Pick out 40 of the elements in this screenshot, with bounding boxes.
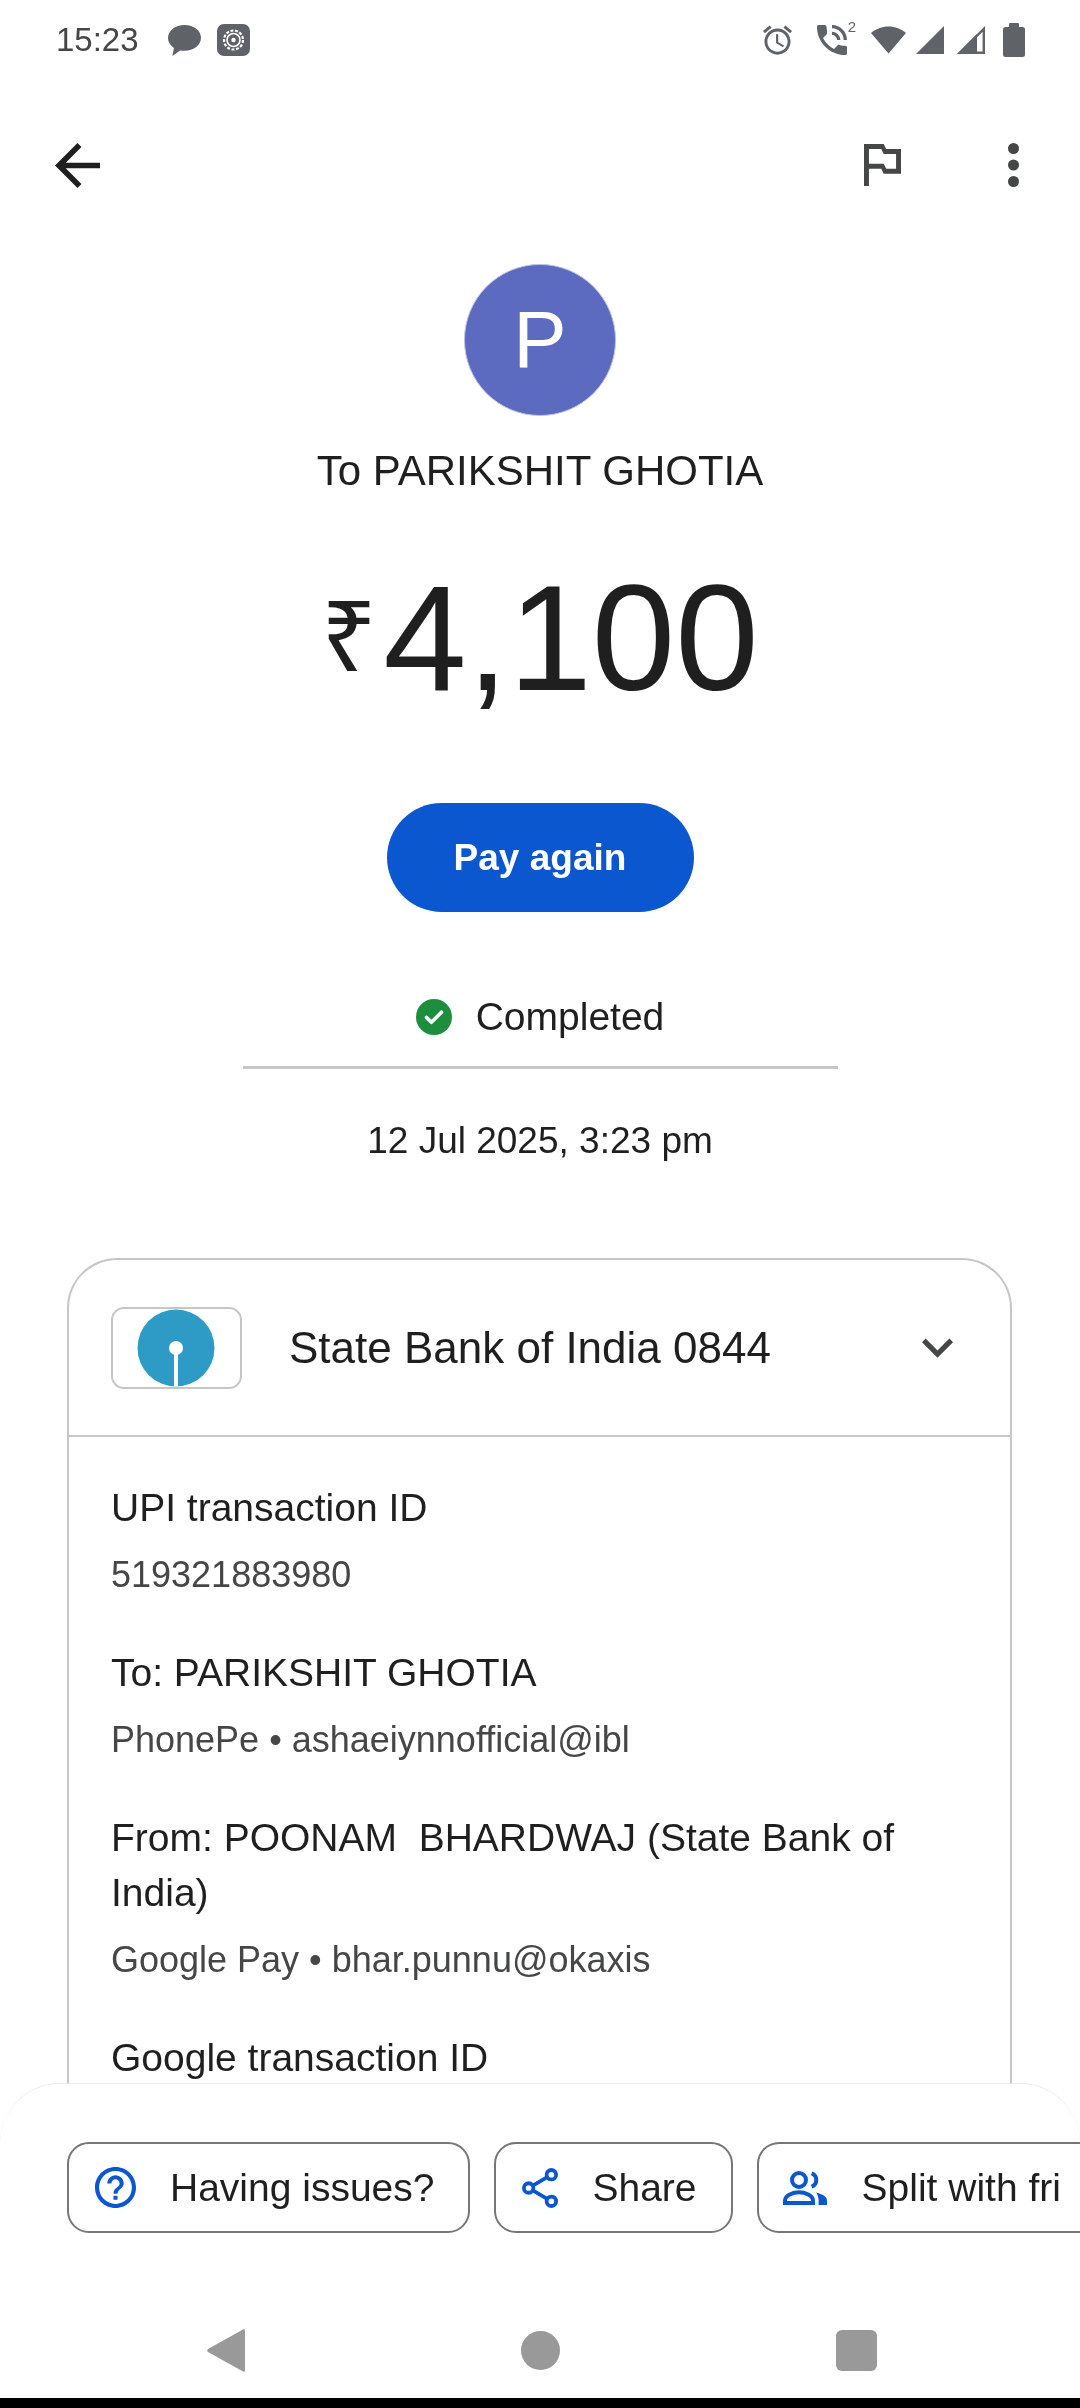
signal-icon xyxy=(916,26,944,54)
check-circle-icon xyxy=(415,999,452,1035)
detail-label: From: POONAM BHARDWAJ (State Bank of India) xyxy=(111,1815,896,1916)
pay-again-button[interactable]: Pay again xyxy=(386,803,694,912)
alarm-clock-icon xyxy=(762,25,792,55)
amount-value: 4,100 xyxy=(383,563,759,713)
share-icon xyxy=(522,2167,559,2208)
signal-icon xyxy=(957,26,985,54)
home-icon[interactable] xyxy=(521,2330,560,2370)
battery-icon xyxy=(1003,23,1025,57)
currency-symbol: ₹ xyxy=(321,588,378,686)
gear-icon xyxy=(216,24,250,56)
recents-icon[interactable] xyxy=(836,2329,877,2371)
message-icon xyxy=(167,24,201,56)
more-options-icon[interactable] xyxy=(1008,143,1019,187)
help-icon xyxy=(95,2167,136,2208)
flag-icon[interactable] xyxy=(864,144,901,186)
help-button[interactable]: Having issues? xyxy=(67,2142,471,2233)
sim-number: 2 xyxy=(847,19,856,34)
detail-value: PhonePe • ashaeiynnofficial@ibl xyxy=(111,1718,630,1762)
avatar: P xyxy=(464,264,616,416)
detail-value: 519321883980 xyxy=(111,1553,352,1597)
status-time: 15:23 xyxy=(56,21,139,59)
back-icon[interactable] xyxy=(55,142,100,188)
share-button[interactable]: Share xyxy=(494,2142,733,2233)
detail-label: To: PARIKSHIT GHOTIA xyxy=(111,1650,537,1696)
detail-label: Google transaction ID xyxy=(111,2035,489,2081)
transaction-date: 12 Jul 2025, 3:23 pm xyxy=(367,1119,713,1163)
bank-logo-icon xyxy=(111,1306,242,1389)
chevron-down-icon[interactable] xyxy=(922,1337,953,1358)
wifi-icon xyxy=(871,26,906,54)
recipient-name: To PARIKSHIT GHOTIA xyxy=(316,446,764,496)
people-icon xyxy=(781,2170,828,2205)
split-button[interactable]: Split with fri xyxy=(756,2142,1080,2233)
status-label: Completed xyxy=(475,995,665,1039)
nav-back-icon[interactable] xyxy=(207,2327,245,2373)
bank-account-name: State Bank of India 0844 xyxy=(289,1322,772,1373)
detail-label: UPI transaction ID xyxy=(111,1485,428,1531)
phone-call-icon xyxy=(816,25,847,55)
detail-value: Google Pay • bhar.punnu@okaxis xyxy=(111,1938,651,1982)
